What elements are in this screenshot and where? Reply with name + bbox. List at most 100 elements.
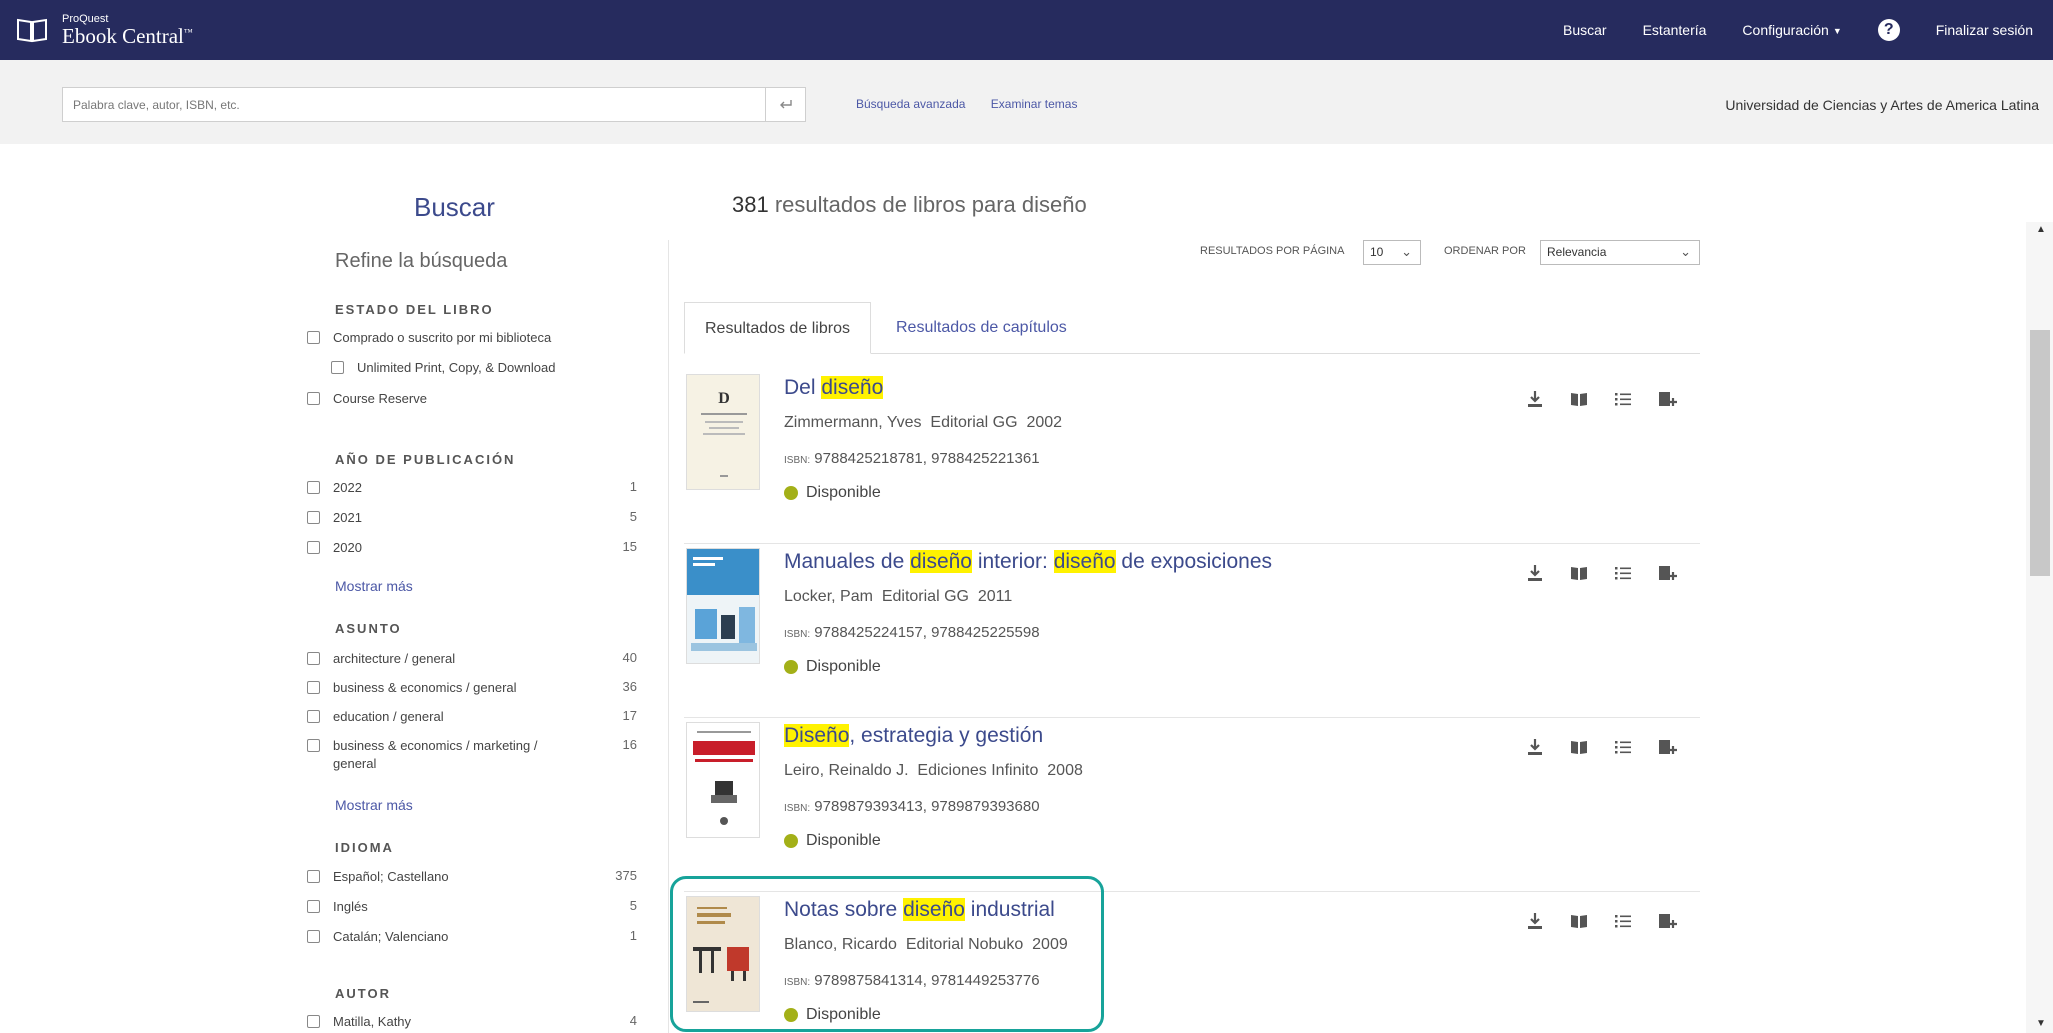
download-icon[interactable] — [1524, 736, 1546, 758]
search-submit-button[interactable] — [765, 88, 805, 121]
caret-down-icon: ▼ — [1832, 26, 1842, 37]
show-more-link[interactable]: Mostrar más — [335, 797, 413, 813]
scroll-down-arrow-icon[interactable]: ▼ — [2036, 1018, 2046, 1029]
facet-row[interactable]: Catalán; Valenciano 1 — [307, 928, 637, 946]
result-actions — [1524, 910, 1694, 934]
tab-chapter-results[interactable]: Resultados de capítulos — [876, 302, 1087, 354]
table-of-contents-icon[interactable] — [1612, 736, 1634, 758]
read-online-icon[interactable] — [1568, 562, 1590, 584]
author-link[interactable]: Zimmermann, Yves — [784, 414, 922, 431]
table-of-contents-icon[interactable] — [1612, 562, 1634, 584]
result-meta: Leiro, Reinaldo J. Ediciones Infinito 20… — [784, 762, 1083, 779]
book-icon — [17, 18, 47, 43]
checkbox[interactable] — [307, 331, 320, 344]
nav-bookshelf[interactable]: Estantería — [1643, 22, 1707, 38]
help-icon[interactable]: ? — [1877, 19, 1900, 41]
download-icon[interactable] — [1524, 910, 1546, 932]
callout-highlight — [670, 876, 1104, 1032]
download-icon[interactable] — [1524, 388, 1546, 410]
checkbox[interactable] — [307, 481, 320, 494]
checkbox[interactable] — [307, 739, 320, 752]
add-to-bookshelf-icon[interactable] — [1656, 388, 1678, 410]
sort-select[interactable]: Relevancia ⌄ — [1540, 240, 1700, 265]
add-to-bookshelf-icon[interactable] — [1656, 736, 1678, 758]
results-tabs: Resultados de libros Resultados de capít… — [684, 302, 1700, 354]
nav-search[interactable]: Buscar — [1563, 22, 1607, 38]
read-online-icon[interactable] — [1568, 910, 1590, 932]
facet-row[interactable]: Unlimited Print, Copy, & Download — [307, 359, 637, 377]
read-online-icon[interactable] — [1568, 736, 1590, 758]
chevron-down-icon: ⌄ — [1401, 244, 1412, 259]
per-page-select[interactable]: 10 ⌄ — [1363, 240, 1421, 265]
checkbox[interactable] — [307, 900, 320, 913]
main-nav: Buscar Estantería Configuración ▼ ? Final… — [1527, 0, 2033, 60]
checkbox[interactable] — [307, 930, 320, 943]
nav-settings[interactable]: Configuración ▼ — [1742, 22, 1841, 38]
tab-book-results[interactable]: Resultados de libros — [684, 302, 871, 354]
availability-status: Disponible — [784, 484, 881, 502]
result-item: Diseño, estrategia y gestión Leiro, Rein… — [684, 718, 1700, 892]
advanced-search-link[interactable]: Búsqueda avanzada — [856, 97, 965, 111]
facet-row[interactable]: Course Reserve — [307, 390, 637, 408]
book-cover[interactable]: D — [686, 374, 760, 490]
search-input[interactable] — [63, 88, 763, 121]
facet-row[interactable]: Español; Castellano 375 — [307, 868, 637, 886]
chevron-down-icon: ⌄ — [1680, 244, 1691, 259]
top-navbar: ProQuest Ebook Central™ Buscar Estanterí… — [0, 0, 2053, 60]
facet-head-language: IDIOMA — [335, 840, 394, 855]
book-cover[interactable] — [686, 548, 760, 664]
svg-text:D: D — [718, 390, 730, 407]
facet-row[interactable]: business & economics / general 36 — [307, 679, 637, 697]
author-link[interactable]: Leiro, Reinaldo J. — [784, 762, 909, 779]
facet-row[interactable]: Inglés 5 — [307, 898, 637, 916]
facet-row[interactable]: Matilla, Kathy 4 — [307, 1013, 637, 1031]
table-of-contents-icon[interactable] — [1612, 910, 1634, 932]
add-to-bookshelf-icon[interactable] — [1656, 910, 1678, 932]
checkbox[interactable] — [307, 511, 320, 524]
result-item: D Del diseño Zimmermann, Yves Editorial … — [684, 370, 1700, 544]
read-online-icon[interactable] — [1568, 388, 1590, 410]
column-divider — [668, 240, 669, 1033]
book-cover[interactable] — [686, 722, 760, 838]
result-meta: Locker, Pam Editorial GG 2011 — [784, 588, 1013, 605]
result-title[interactable]: Diseño, estrategia y gestión — [784, 724, 1043, 748]
logo-product: Ebook Central™ — [62, 23, 193, 48]
facet-row[interactable]: Comprado o suscrito por mi biblioteca — [307, 329, 637, 347]
facet-row[interactable]: architecture / general 40 — [307, 650, 637, 668]
browse-subjects-link[interactable]: Examinar temas — [991, 97, 1078, 111]
checkbox[interactable] — [307, 541, 320, 554]
checkbox[interactable] — [307, 1015, 320, 1028]
scrollbar-thumb[interactable] — [2030, 330, 2050, 576]
add-to-bookshelf-icon[interactable] — [1656, 562, 1678, 584]
facet-row[interactable]: 2022 1 — [307, 479, 637, 497]
show-more-link[interactable]: Mostrar más — [335, 578, 413, 594]
facet-row[interactable]: education / general 17 — [307, 708, 637, 726]
facet-head-status: ESTADO DEL LIBRO — [335, 302, 494, 317]
checkbox[interactable] — [307, 652, 320, 665]
result-isbn: ISBN: 9789879393413, 9789879393680 — [784, 798, 1040, 815]
scroll-up-arrow-icon[interactable]: ▲ — [2036, 224, 2046, 235]
table-of-contents-icon[interactable] — [1612, 388, 1634, 410]
checkbox[interactable] — [331, 361, 344, 374]
page-title: Buscar — [414, 192, 495, 222]
download-icon[interactable] — [1524, 562, 1546, 584]
result-title[interactable]: Manuales de diseño interior: diseño de e… — [784, 550, 1272, 574]
availability-status: Disponible — [784, 658, 881, 676]
checkbox[interactable] — [307, 392, 320, 405]
facet-row[interactable]: 2021 5 — [307, 509, 637, 527]
checkbox[interactable] — [307, 681, 320, 694]
author-link[interactable]: Locker, Pam — [784, 588, 873, 605]
available-dot-icon — [784, 834, 798, 848]
nav-logout[interactable]: Finalizar sesión — [1936, 22, 2033, 38]
result-meta: Zimmermann, Yves Editorial GG 2002 — [784, 414, 1063, 431]
result-item: Manuales de diseño interior: diseño de e… — [684, 544, 1700, 718]
checkbox[interactable] — [307, 710, 320, 723]
result-title[interactable]: Del diseño — [784, 376, 884, 400]
search-strip: Búsqueda avanzada Examinar temas Univers… — [0, 60, 2053, 144]
facet-row[interactable]: business & economics / marketing / gener… — [307, 737, 637, 777]
results-heading: 381 resultados de libros para diseño — [732, 192, 1087, 217]
logo[interactable]: ProQuest Ebook Central™ — [12, 10, 193, 50]
checkbox[interactable] — [307, 870, 320, 883]
facet-row[interactable]: 2020 15 — [307, 539, 637, 557]
sort-label: ORDENAR POR — [1444, 245, 1526, 257]
